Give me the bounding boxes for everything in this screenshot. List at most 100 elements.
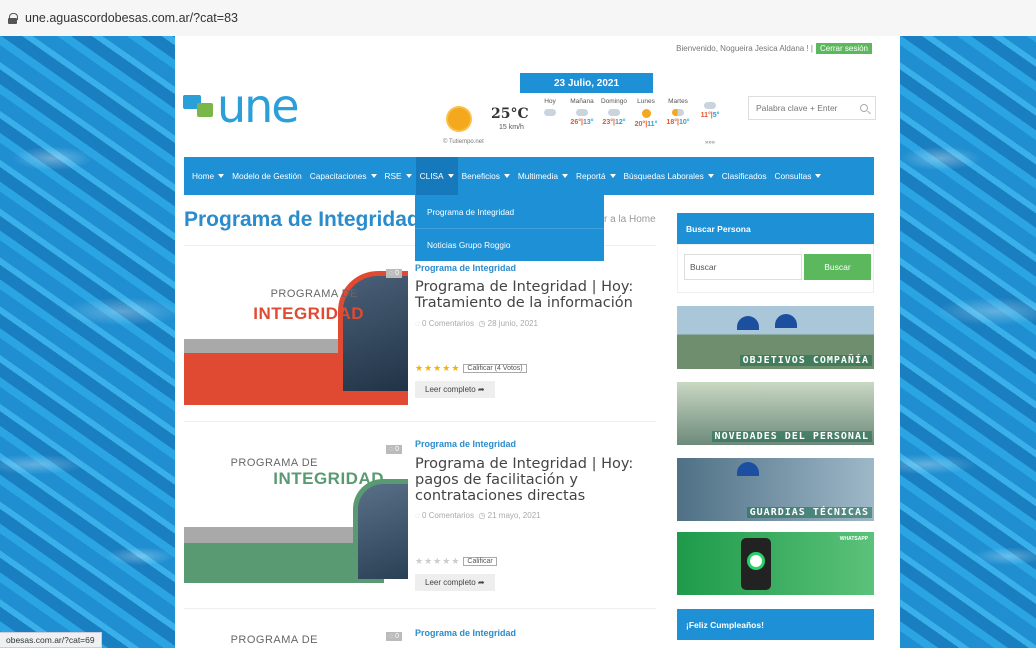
wind-speed: 15 km/h — [499, 124, 524, 131]
chevron-down-icon — [609, 174, 616, 178]
article-image[interactable]: PROGRAMA DE INTEGRIDAD ◌ 0 — [184, 263, 408, 405]
logout-button[interactable]: Cerrar sesión — [815, 43, 872, 54]
address-bar[interactable]: une.aguascordobesas.com.ar/?cat=83 — [0, 0, 1036, 36]
star-icon: ★ — [451, 363, 460, 373]
whatsapp-icon — [747, 552, 765, 570]
rate-label[interactable]: Calificar — [463, 557, 497, 566]
main-nav: Home Modelo de Gestión Capacitaciones RS… — [184, 157, 874, 195]
article-title[interactable]: Programa de Integridad | Hoy: pagos de f… — [415, 456, 645, 504]
birthday-title: ¡Feliz Cumpleaños! — [677, 609, 874, 640]
banner-objetivos[interactable]: OBJETIVOS COMPAÑÍA — [677, 306, 874, 369]
background-water-left — [0, 36, 175, 648]
comment-count-badge: ◌ 0 — [385, 632, 402, 641]
comment-count-badge: ◌ 0 — [385, 269, 402, 278]
chevron-down-icon — [503, 174, 510, 178]
nav-item-modelo-gestion[interactable]: Modelo de Gestión — [228, 157, 306, 195]
read-more-button[interactable]: Leer completo ➦ — [415, 381, 495, 398]
chevron-down-icon — [218, 174, 225, 178]
star-icon: ★ — [415, 363, 424, 373]
article-image[interactable]: PROGRAMA DE ◌ 0 — [184, 626, 408, 648]
day-name: Domingo — [600, 98, 627, 105]
banner-novedades[interactable]: NOVEDADES DEL PERSONAL — [677, 382, 874, 445]
image-text: PROGRAMA DE — [230, 457, 318, 469]
nav-item-multimedia[interactable]: Multimedia — [514, 157, 572, 195]
day-temps: 20°|11° — [634, 121, 658, 128]
day-temps: 18°|10° — [666, 119, 690, 126]
forecast-day: Hoy — [535, 98, 565, 128]
sun-icon — [641, 109, 651, 118]
banner-label: OBJETIVOS COMPAÑÍA — [739, 355, 872, 366]
current-temp: 25°C — [491, 106, 529, 122]
image-text: INTEGRIDAD — [273, 469, 384, 488]
nav-item-rse[interactable]: RSE — [381, 157, 416, 195]
banner-guardias[interactable]: GUARDIAS TÉCNICAS — [677, 458, 874, 521]
chevron-down-icon — [561, 174, 568, 178]
read-more-button[interactable]: Leer completo ➦ — [415, 574, 495, 591]
search-placeholder: Palabra clave + Enter — [756, 103, 838, 113]
person-search-button[interactable]: Buscar — [804, 254, 871, 280]
forecast-day: Lunes 20°|11° — [631, 98, 661, 128]
day-temps: 11°|5° — [700, 112, 720, 119]
background-water-right — [900, 36, 1036, 648]
article-category[interactable]: Programa de Integridad — [415, 628, 516, 638]
article-category[interactable]: Programa de Integridad — [415, 263, 516, 273]
site-logo[interactable]: une — [183, 79, 300, 133]
nav-item-clasificados[interactable]: Clasificados — [718, 157, 771, 195]
logo-bubble-green-icon — [197, 103, 213, 117]
url-text[interactable]: une.aguascordobesas.com.ar/?cat=83 — [25, 11, 238, 25]
rating-stars[interactable]: ★ ★ ★ ★ ★ Calificar (4 Votos) — [415, 363, 527, 374]
nav-item-busquedas[interactable]: Búsquedas Laborales — [620, 157, 718, 195]
weather-credit[interactable]: © Tutiempo.net — [443, 139, 484, 145]
back-home-link[interactable]: r a la Home — [604, 214, 656, 225]
chevron-down-icon — [447, 174, 454, 178]
nav-item-clisa[interactable]: CLISA — [415, 157, 458, 195]
helmet-icon — [737, 316, 759, 330]
logo-text: une — [217, 79, 300, 133]
weather-more-link[interactable]: »»» — [705, 140, 715, 146]
banner-label: WHATSAPP — [839, 536, 868, 542]
sidebar-search-widget: Buscar Persona Buscar Buscar — [677, 213, 874, 293]
search-icon[interactable] — [860, 104, 868, 112]
article-title[interactable]: Programa de Integridad | Hoy: Tratamient… — [415, 279, 645, 311]
dropdown-item-noticias-roggio[interactable]: Noticias Grupo Roggio — [415, 228, 604, 261]
helmet-icon — [737, 462, 759, 476]
cloud-icon — [576, 109, 588, 116]
day-temps: 23°|12° — [602, 119, 626, 126]
article-image[interactable]: PROGRAMA DE INTEGRIDAD ◌ 0 — [184, 439, 408, 583]
page-container: Bienvenido, Nogueira Jesica Aldana ! | C… — [175, 36, 900, 648]
star-icon: ★ — [424, 556, 433, 566]
dropdown-item-programa-integridad[interactable]: Programa de Integridad — [415, 195, 604, 228]
rate-label[interactable]: Calificar (4 Votos) — [463, 364, 527, 373]
site-search-input[interactable]: Palabra clave + Enter — [748, 96, 876, 120]
page-title: Programa de Integridad — [184, 208, 420, 231]
person-search-box: Buscar Buscar — [677, 244, 874, 293]
person-search-input[interactable]: Buscar — [684, 254, 802, 280]
nav-item-beneficios[interactable]: Beneficios — [458, 157, 514, 195]
banner-label: GUARDIAS TÉCNICAS — [746, 507, 872, 518]
banner-whatsapp[interactable]: WHATSAPP — [677, 532, 874, 595]
star-icon: ★ — [433, 556, 442, 566]
nav-item-home[interactable]: Home — [188, 157, 228, 195]
user-welcome: Bienvenido, Nogueira Jesica Aldana ! | C… — [676, 43, 872, 54]
weather-widget: 25°C 15 km/h © Tutiempo.net Hoy Mañana 2… — [443, 96, 738, 152]
image-person — [353, 479, 408, 579]
nav-item-reporta[interactable]: Reportá — [572, 157, 620, 195]
star-icon: ★ — [451, 556, 460, 566]
lock-icon — [8, 12, 18, 24]
article-category[interactable]: Programa de Integridad — [415, 439, 516, 449]
forecast-day: Mañana 26°|13° — [567, 98, 597, 128]
rating-stars[interactable]: ★ ★ ★ ★ ★ Calificar — [415, 556, 497, 567]
partly-cloudy-icon — [672, 109, 684, 116]
nav-item-consultas[interactable]: Consultas — [771, 157, 826, 195]
chevron-down-icon — [370, 174, 377, 178]
image-text: PROGRAMA DE — [270, 288, 358, 300]
star-icon: ★ — [433, 363, 442, 373]
browser-status-url: obesas.com.ar/?cat=69 — [0, 632, 102, 648]
chevron-down-icon — [815, 174, 822, 178]
cloud-icon — [704, 102, 716, 109]
day-temps: 26°|13° — [570, 119, 594, 126]
star-icon: ★ — [442, 556, 451, 566]
divider — [184, 421, 656, 422]
birthday-widget: ¡Feliz Cumpleaños! — [677, 609, 874, 640]
nav-item-capacitaciones[interactable]: Capacitaciones — [306, 157, 381, 195]
